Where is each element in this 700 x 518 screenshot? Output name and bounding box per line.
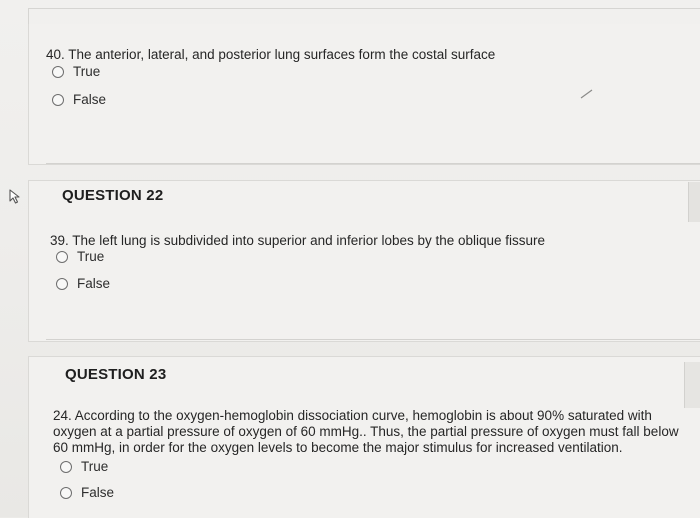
divider — [46, 163, 700, 164]
question-panel-22 — [28, 180, 700, 342]
option-label: True — [77, 249, 105, 264]
option-true[interactable]: True — [52, 64, 100, 79]
check-mark-icon — [580, 89, 593, 99]
question-title: QUESTION 22 — [62, 187, 164, 204]
mouse-pointer-icon — [9, 189, 20, 204]
question-text-line: 24. According to the oxygen-hemoglobin d… — [53, 408, 652, 423]
top-border — [28, 8, 700, 25]
option-label: False — [81, 485, 115, 500]
radio-button[interactable] — [52, 93, 64, 106]
option-label: False — [73, 92, 107, 107]
radio-button[interactable] — [60, 486, 72, 499]
option-label: True — [73, 64, 101, 79]
option-true[interactable]: True — [60, 459, 108, 474]
option-false[interactable]: False — [56, 276, 110, 291]
question-text: 39. The left lung is subdivided into sup… — [50, 233, 546, 248]
option-label: False — [77, 276, 111, 291]
scroll-tab — [684, 362, 700, 408]
radio-button[interactable] — [60, 460, 72, 473]
quiz-page: 40. The anterior, lateral, and posterior… — [0, 0, 700, 518]
option-false[interactable]: False — [60, 485, 114, 500]
question-title: QUESTION 23 — [65, 366, 167, 383]
divider — [46, 339, 700, 340]
radio-button[interactable] — [52, 65, 64, 78]
option-label: True — [81, 459, 109, 474]
option-true[interactable]: True — [56, 249, 104, 264]
question-text-line: oxygen at a partial pressure of oxygen o… — [53, 424, 679, 439]
question-text: 40. The anterior, lateral, and posterior… — [46, 47, 496, 62]
radio-button[interactable] — [56, 250, 68, 263]
question-text-line: 60 mmHg, in order for the oxygen levels … — [53, 440, 623, 455]
radio-button[interactable] — [56, 277, 68, 290]
option-false[interactable]: False — [52, 92, 106, 107]
question-panel-40 — [28, 24, 700, 165]
scroll-tab — [688, 182, 700, 222]
